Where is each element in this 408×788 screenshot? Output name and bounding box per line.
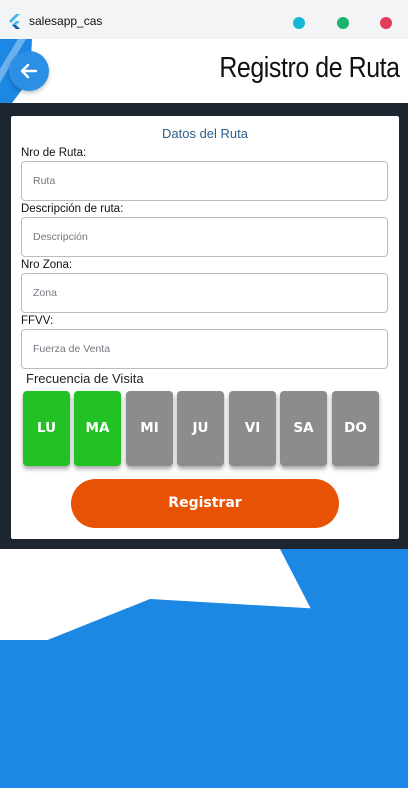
day-toggle-vi[interactable]: VI bbox=[229, 391, 276, 466]
route-form: Datos del Ruta Nro de Ruta: Descripción … bbox=[11, 116, 399, 539]
route-number-input[interactable] bbox=[21, 161, 388, 201]
window-minimize-button[interactable] bbox=[293, 17, 305, 29]
day-toggle-ju[interactable]: JU bbox=[177, 391, 224, 466]
window-maximize-button[interactable] bbox=[337, 17, 349, 29]
route-number-label: Nro de Ruta: bbox=[21, 147, 87, 159]
flutter-logo-icon bbox=[9, 14, 20, 29]
back-button[interactable] bbox=[9, 51, 49, 91]
window-titlebar: salesapp_cas bbox=[0, 0, 408, 39]
zone-number-input[interactable] bbox=[21, 273, 388, 313]
sales-force-input[interactable] bbox=[21, 329, 388, 369]
window-close-button[interactable] bbox=[380, 17, 392, 29]
window-title: salesapp_cas bbox=[29, 14, 103, 28]
register-button[interactable]: Registrar bbox=[71, 479, 339, 528]
day-toggle-do[interactable]: DO bbox=[332, 391, 379, 466]
route-description-input[interactable] bbox=[21, 217, 388, 257]
day-toggle-ma[interactable]: MA bbox=[74, 391, 121, 466]
day-toggle-sa[interactable]: SA bbox=[280, 391, 327, 466]
day-toggle-mi[interactable]: MI bbox=[126, 391, 173, 466]
arrow-left-icon bbox=[20, 63, 38, 79]
section-title: Datos del Ruta bbox=[162, 126, 248, 141]
visit-frequency-label: Frecuencia de Visita bbox=[26, 371, 144, 386]
sales-force-label: FFVV: bbox=[21, 315, 54, 327]
zone-number-label: Nro Zona: bbox=[21, 259, 73, 271]
page-title: Registro de Ruta bbox=[219, 52, 401, 84]
route-description-label: Descripción de ruta: bbox=[21, 203, 124, 215]
day-toggle-lu[interactable]: LU bbox=[23, 391, 70, 466]
